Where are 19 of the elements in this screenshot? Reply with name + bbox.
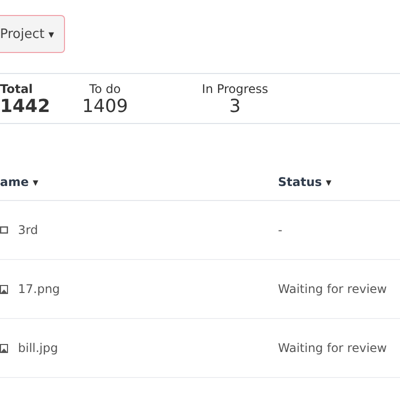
file-name[interactable]: bill.jpg [18,341,58,355]
stat-value: 3 [229,96,241,117]
status-text: - [278,223,284,237]
stat-value: 1409 [82,96,128,117]
column-header[interactable]: Status ▾ [278,175,400,189]
project-dropdown[interactable]: Project ▾ [0,15,66,53]
file-name[interactable]: 17.png [18,282,60,296]
stat-label: In Progress [202,82,268,96]
folder-icon [0,226,8,234]
stat-label: To do [89,82,121,96]
stat-value: 1442 [0,96,50,117]
status-text: Waiting for review [278,341,388,355]
image-icon [0,284,8,294]
column-header[interactable]: ame ▾ [0,175,278,189]
stat-label: Total [0,82,33,96]
image-icon [0,344,8,352]
status-text: Waiting for review [278,282,388,296]
file-name[interactable]: 3rd [18,223,38,237]
caret-icon: ▾ [48,28,54,40]
